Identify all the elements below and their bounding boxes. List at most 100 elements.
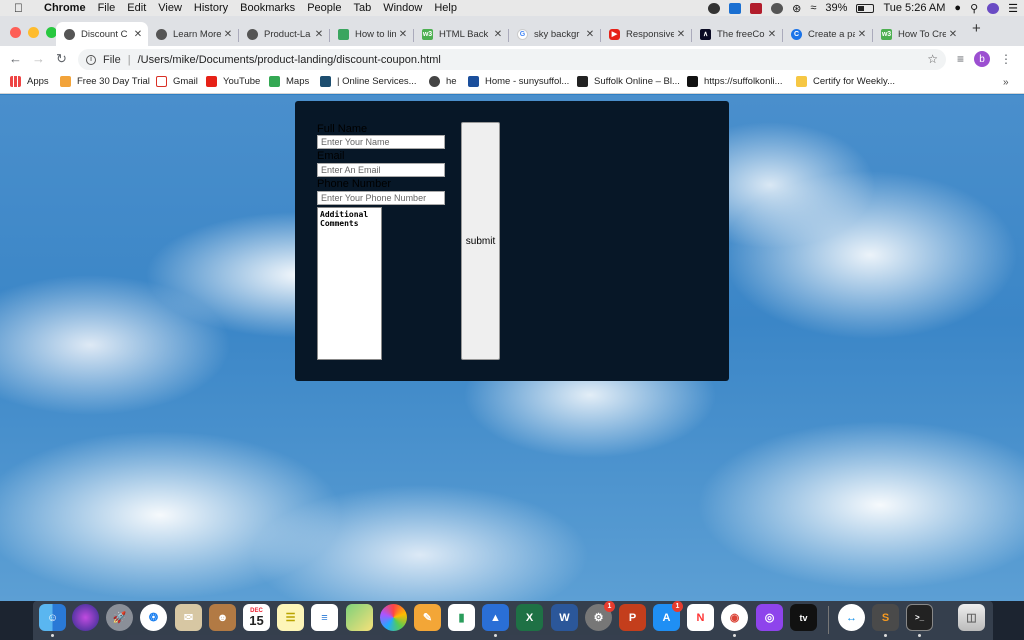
tab-how-to-create[interactable]: w3 How To Cre ✕	[873, 22, 963, 46]
bookmark-maps[interactable]: Maps	[269, 76, 309, 87]
tab-close-icon[interactable]: ✕	[855, 29, 869, 40]
notes-icon[interactable]: ☰	[277, 604, 304, 631]
chrome-app-icon[interactable]: ◉	[721, 604, 748, 631]
mail-stamp-icon[interactable]: ✉	[175, 604, 202, 631]
full-name-input[interactable]	[317, 135, 445, 149]
bookmark-free-trial[interactable]: Free 30 Day Trial	[60, 76, 150, 87]
tab-close-icon[interactable]: ✕	[765, 29, 779, 40]
bookmark-suffolkonline-url[interactable]: https://suffolkonli...	[687, 76, 783, 87]
teamviewer-status-icon[interactable]	[729, 2, 742, 14]
contacts-icon[interactable]: ☻	[209, 604, 236, 631]
tab-close-icon[interactable]: ✕	[312, 29, 326, 40]
additional-comments-textarea[interactable]	[317, 207, 382, 360]
tab-close-icon[interactable]: ✕	[583, 29, 597, 40]
submit-button[interactable]: submit	[461, 122, 500, 360]
menu-file[interactable]: File	[98, 2, 116, 14]
bookmark-gmail[interactable]: Gmail	[156, 76, 198, 87]
minimize-window-button[interactable]	[28, 27, 39, 38]
battery-icon[interactable]	[856, 3, 875, 13]
timemachine-icon[interactable]	[771, 2, 784, 14]
tab-html-background[interactable]: w3 HTML Back ✕	[414, 22, 508, 46]
photos-icon[interactable]	[380, 604, 407, 631]
pages-icon[interactable]: ✎	[414, 604, 441, 631]
reminders-icon[interactable]: ≡	[311, 604, 338, 631]
menu-edit[interactable]: Edit	[127, 2, 146, 14]
menu-bookmarks[interactable]: Bookmarks	[240, 2, 295, 14]
tab-learn-more[interactable]: Learn More ✕	[148, 22, 238, 46]
back-arrow-icon[interactable]: ←	[9, 51, 22, 66]
address-bar[interactable]: i File | /Users/mike/Documents/product-l…	[78, 49, 946, 70]
chrome-menu-icon[interactable]: ⋮	[1000, 52, 1012, 66]
bookmark-sunysuffolk[interactable]: Home - sunysuffol...	[468, 76, 569, 87]
malwarebytes-icon[interactable]	[708, 2, 721, 14]
bookmark-suffolk-online[interactable]: Suffolk Online – Bl...	[577, 76, 680, 87]
tab-close-icon[interactable]: ✕	[221, 29, 235, 40]
calendar-icon[interactable]: DEC 15	[243, 604, 270, 631]
address-url[interactable]: /Users/mike/Documents/product-landing/di…	[138, 54, 441, 66]
tab-product-landing[interactable]: Product-La ✕	[239, 22, 329, 46]
news-icon[interactable]: N	[687, 604, 714, 631]
terminal-icon[interactable]: >_	[906, 604, 933, 631]
siri-app-icon[interactable]	[72, 604, 99, 631]
bookmark-apps[interactable]: Apps	[10, 76, 49, 87]
tab-close-icon[interactable]: ✕	[674, 29, 688, 40]
apple-menu-icon[interactable]: 	[14, 1, 30, 15]
excel-icon[interactable]: X	[516, 604, 543, 631]
tab-close-icon[interactable]: ✕	[131, 29, 145, 40]
maps-app-icon[interactable]	[346, 604, 373, 631]
info-icon[interactable]: i	[86, 54, 96, 65]
keynote-icon[interactable]: ▲	[482, 604, 509, 631]
finder-icon[interactable]: ☺	[39, 604, 66, 631]
menu-window[interactable]: Window	[383, 2, 422, 14]
menu-help[interactable]: Help	[434, 2, 457, 14]
email-input[interactable]	[317, 163, 445, 177]
system-preferences-icon[interactable]: ⚙ 1	[585, 601, 615, 631]
spotlight-search-icon[interactable]: ⚲	[970, 2, 978, 15]
app-store-icon[interactable]: A 1	[653, 601, 683, 631]
bookmark-certify-weekly[interactable]: Certify for Weekly...	[796, 76, 895, 87]
menu-app-name[interactable]: Chrome	[44, 2, 86, 14]
teamviewer-icon[interactable]: ↔	[838, 604, 865, 631]
menu-history[interactable]: History	[194, 2, 228, 14]
forward-arrow-icon[interactable]: →	[32, 51, 45, 66]
bookmark-he[interactable]: he	[429, 76, 457, 87]
user-icon[interactable]: ●	[954, 2, 961, 14]
podcasts-icon[interactable]: ◎	[756, 604, 783, 631]
trash-icon[interactable]: ◫	[958, 604, 985, 631]
tab-close-icon[interactable]: ✕	[491, 29, 505, 40]
tab-how-to-link[interactable]: How to link ✕	[330, 22, 413, 46]
tab-close-icon[interactable]: ✕	[946, 29, 960, 40]
sublime-text-icon[interactable]: S	[872, 604, 899, 631]
siri-icon[interactable]	[987, 2, 1000, 14]
profile-avatar[interactable]: b	[974, 51, 991, 67]
shield-status-icon[interactable]	[750, 2, 763, 14]
apple-tv-icon[interactable]: tv	[790, 604, 817, 631]
launchpad-icon[interactable]: 🚀	[106, 604, 133, 631]
numbers-icon[interactable]: ▮	[448, 604, 475, 631]
new-tab-plus-icon[interactable]: +	[972, 20, 981, 37]
phone-number-input[interactable]	[317, 191, 445, 205]
tab-close-icon[interactable]: ✕	[396, 29, 410, 40]
menu-tab[interactable]: Tab	[353, 2, 371, 14]
menu-view[interactable]: View	[158, 2, 182, 14]
bookmark-youtube[interactable]: YouTube	[206, 76, 260, 87]
tab-sky-background[interactable]: G sky backgr ✕	[509, 22, 600, 46]
clock[interactable]: Tue 5:26 AM	[883, 2, 945, 14]
tab-responsive[interactable]: ▶ Responsive ✕	[601, 22, 691, 46]
safari-icon[interactable]: ❂	[140, 604, 167, 631]
close-window-button[interactable]	[10, 27, 21, 38]
word-icon[interactable]: W	[551, 604, 578, 631]
tab-freecodecamp[interactable]: ∧ The freeCo ✕	[692, 22, 782, 46]
menu-people[interactable]: People	[307, 2, 341, 14]
control-center-icon[interactable]: ☰	[1008, 2, 1018, 15]
tab-create-a-page[interactable]: C Create a pa ✕	[783, 22, 872, 46]
bookmark-online-services[interactable]: | Online Services...	[320, 76, 417, 87]
powerpoint-icon[interactable]: P	[619, 604, 646, 631]
bookmarks-overflow-icon[interactable]: »	[1003, 77, 1009, 88]
wifi-icon[interactable]: ≈	[810, 2, 816, 14]
reload-icon[interactable]: ↻	[56, 51, 67, 67]
bookmark-star-icon[interactable]: ☆	[927, 52, 938, 66]
tab-discount-coupon[interactable]: Discount C ✕	[56, 22, 148, 46]
bluetooth-icon[interactable]: ⊛	[792, 2, 801, 15]
reading-list-icon[interactable]: ≡	[957, 52, 964, 66]
